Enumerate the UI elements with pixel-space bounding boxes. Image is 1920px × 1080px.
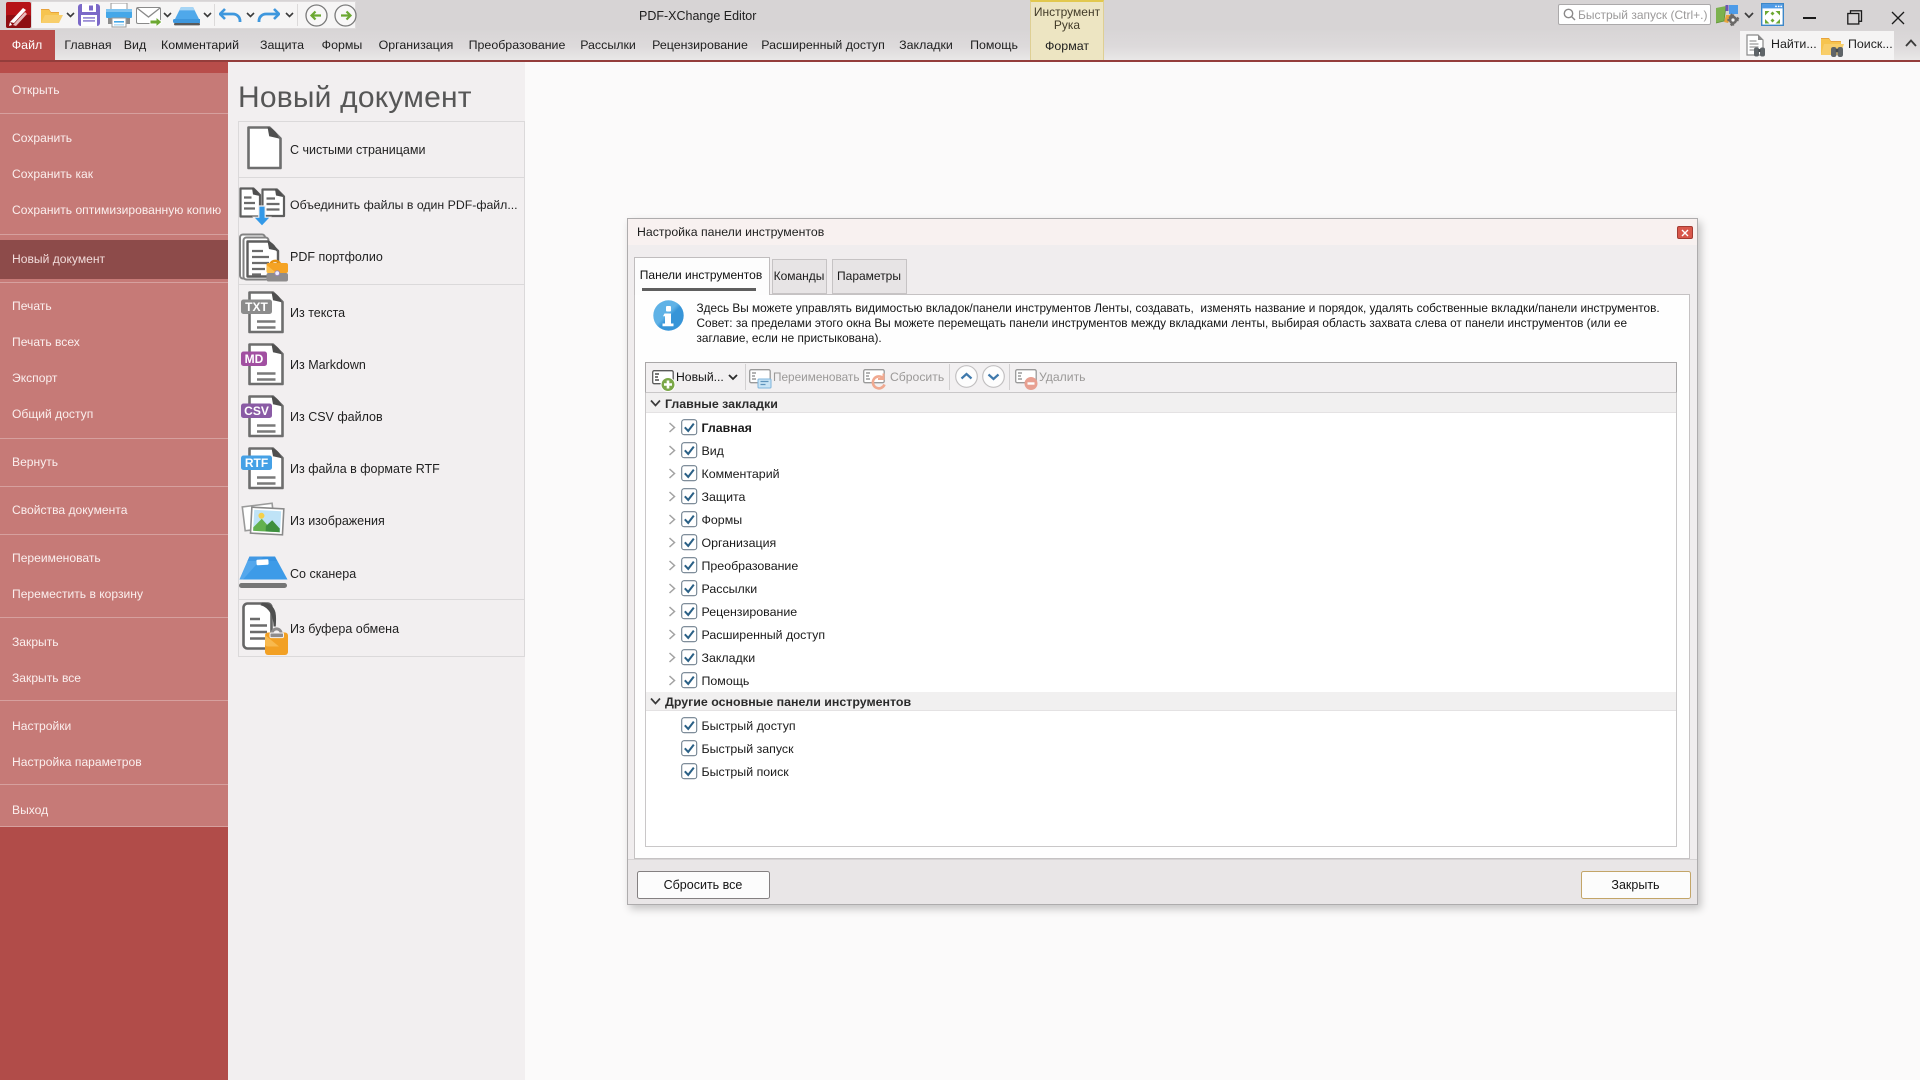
svg-text:MD: MD <box>245 352 264 366</box>
svg-text:CSV: CSV <box>244 404 269 418</box>
svg-text:TXT: TXT <box>245 300 268 314</box>
svg-text:RTF: RTF <box>245 456 268 470</box>
